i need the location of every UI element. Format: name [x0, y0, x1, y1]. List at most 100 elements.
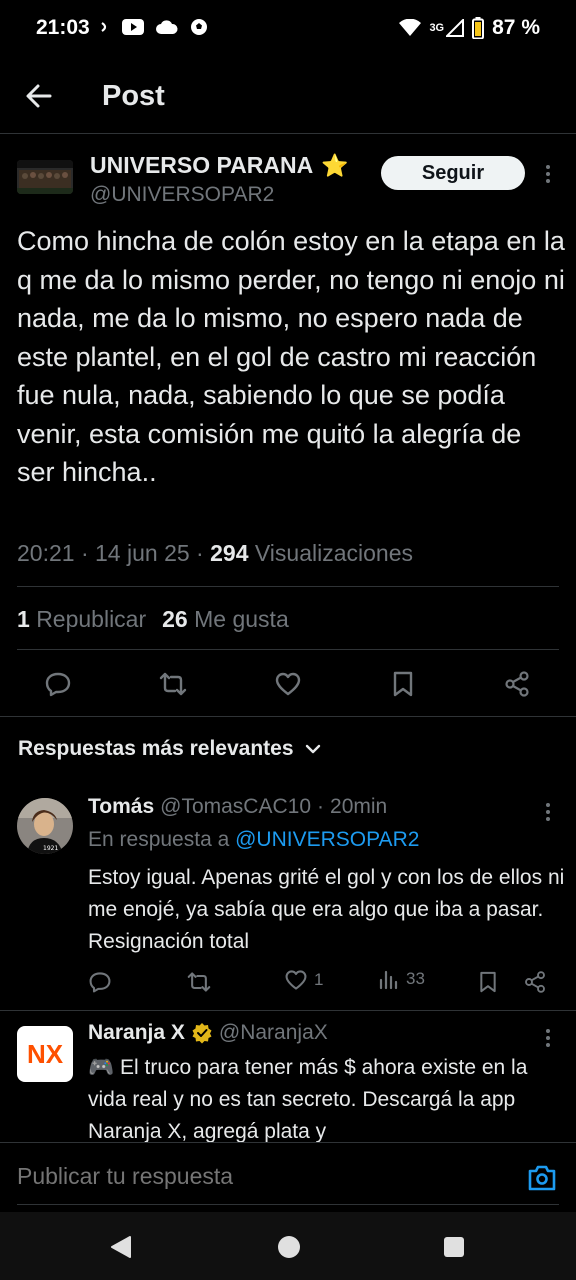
reply-icon — [45, 672, 71, 697]
repost-icon — [187, 972, 211, 992]
nav-recents-button[interactable] — [442, 1235, 466, 1259]
reply-compose-input[interactable] — [17, 1163, 497, 1190]
reply-more-menu[interactable] — [538, 798, 558, 826]
reply-avatar[interactable]: 1921 — [17, 798, 73, 854]
reply-author-name[interactable]: Tomás — [88, 795, 154, 819]
reposts-stat[interactable]: 1 Republicar — [17, 606, 146, 633]
status-bar: 21:03 3G 87 % — [0, 0, 576, 58]
triangle-back-icon — [111, 1236, 131, 1258]
user-photo-image: 1921 — [17, 798, 73, 854]
naranja-logo: NX — [26, 1038, 64, 1069]
compose-underline — [17, 1204, 559, 1205]
more-vert-icon — [546, 803, 550, 821]
status-time: 21:03 — [36, 16, 90, 39]
back-button[interactable] — [20, 76, 60, 116]
reply-button[interactable] — [40, 666, 76, 702]
bookmark-icon — [393, 671, 413, 697]
chevron-down-icon — [305, 744, 320, 754]
reply-divider — [0, 1010, 576, 1011]
repost-icon — [159, 672, 187, 696]
soccer-ball-icon — [191, 19, 207, 35]
views-chart-icon — [379, 970, 398, 990]
team-photo-image — [17, 160, 73, 194]
ad-author-name[interactable]: Naranja X — [88, 1021, 185, 1045]
network-type: 3G — [429, 22, 445, 34]
post-more-menu[interactable] — [538, 160, 558, 188]
author-name[interactable]: UNIVERSO PARANA ⭐ — [90, 152, 349, 179]
post-time: 20:21 — [17, 540, 75, 566]
nav-home-button[interactable] — [276, 1234, 302, 1260]
ad-author-handle[interactable]: @NaranjaX — [219, 1021, 328, 1045]
likes-stat[interactable]: 26 Me gusta — [162, 606, 289, 633]
camera-icon — [528, 1165, 556, 1191]
meta-divider — [17, 586, 559, 587]
reply-bookmark-button[interactable] — [472, 966, 504, 998]
ad-more-menu[interactable] — [538, 1024, 558, 1052]
reply-context-mention[interactable]: @UNIVERSOPAR2 — [235, 828, 419, 851]
system-nav-bar — [0, 1212, 576, 1280]
reply-like-count: 1 — [314, 970, 324, 989]
post-stats: 1 Republicar 26 Me gusta — [17, 606, 289, 633]
more-vert-icon — [546, 165, 550, 183]
cloud-icon — [156, 20, 178, 34]
author-name-text: UNIVERSO PARANA — [90, 152, 314, 178]
notification-app-icon — [101, 22, 107, 32]
battery-icon — [472, 17, 485, 39]
reply-icon — [89, 972, 111, 993]
author-avatar[interactable] — [17, 160, 73, 194]
reply-share-button[interactable] — [519, 966, 551, 998]
reply-header: Tomás @TomasCAC10 · 20min — [88, 795, 387, 819]
like-button[interactable] — [270, 666, 306, 702]
nav-back-button[interactable] — [108, 1234, 134, 1260]
circle-home-icon — [278, 1236, 300, 1258]
reply-context-prefix: En respuesta a — [88, 828, 230, 851]
status-right: 3G 87 % — [399, 16, 540, 40]
likes-label: Me gusta — [194, 606, 289, 632]
share-icon — [525, 971, 545, 993]
heart-icon — [285, 970, 307, 990]
reply-reply-button[interactable] — [84, 966, 116, 998]
ad-header: Naranja X @NaranjaX — [88, 1021, 328, 1045]
arrow-left-icon — [26, 84, 52, 108]
reply-author-handle[interactable]: @TomasCAC10 — [160, 795, 311, 819]
reply-time: 20min — [330, 795, 388, 818]
star-emoji: ⭐ — [321, 152, 349, 178]
post-body: Como hincha de colón estoy en la etapa e… — [17, 226, 565, 487]
actions-divider — [0, 716, 576, 717]
notification-icons — [100, 18, 208, 36]
likes-count: 26 — [162, 606, 188, 632]
square-recents-icon — [444, 1237, 464, 1257]
reply-repost-button[interactable] — [183, 966, 215, 998]
views-label[interactable]: Visualizaciones — [255, 540, 413, 566]
youtube-icon — [122, 19, 144, 35]
ad-avatar[interactable]: NX — [17, 1026, 73, 1082]
verified-badge-icon — [192, 1023, 212, 1044]
reply-views-count: 33 — [406, 969, 425, 988]
reply-separator: · — [317, 795, 325, 818]
bookmark-button[interactable] — [385, 666, 421, 702]
views-count: 294 — [210, 540, 249, 566]
reply-body: Estoy igual. Apenas grité el gol y con l… — [88, 866, 565, 953]
page-title: Post — [102, 80, 165, 112]
more-vert-icon — [546, 1029, 550, 1047]
reply-views-button[interactable]: 33 — [378, 968, 425, 990]
svg-text:1921: 1921 — [43, 845, 58, 852]
battery-level: 87 % — [492, 16, 540, 39]
share-button[interactable] — [499, 666, 535, 702]
share-icon — [505, 671, 529, 697]
signal-icon — [446, 19, 465, 37]
reposts-count: 1 — [17, 606, 30, 632]
follow-button[interactable]: Seguir — [381, 156, 525, 190]
stats-divider — [17, 649, 559, 650]
ad-body: 🎮 El truco para tener más $ ahora existe… — [88, 1056, 528, 1142]
header-divider — [0, 133, 576, 134]
replies-sort-dropdown[interactable]: Respuestas más relevantes — [18, 737, 322, 761]
author-handle[interactable]: @UNIVERSOPAR2 — [90, 183, 274, 207]
repost-button[interactable] — [155, 666, 191, 702]
post-meta: 20:21 · 14 jun 25 · 294 Visualizaciones — [17, 540, 413, 566]
camera-button[interactable] — [526, 1162, 558, 1194]
wifi-icon — [399, 19, 422, 36]
heart-icon — [275, 672, 301, 696]
reply-like-button[interactable]: 1 — [284, 968, 323, 992]
bookmark-icon — [480, 971, 496, 993]
